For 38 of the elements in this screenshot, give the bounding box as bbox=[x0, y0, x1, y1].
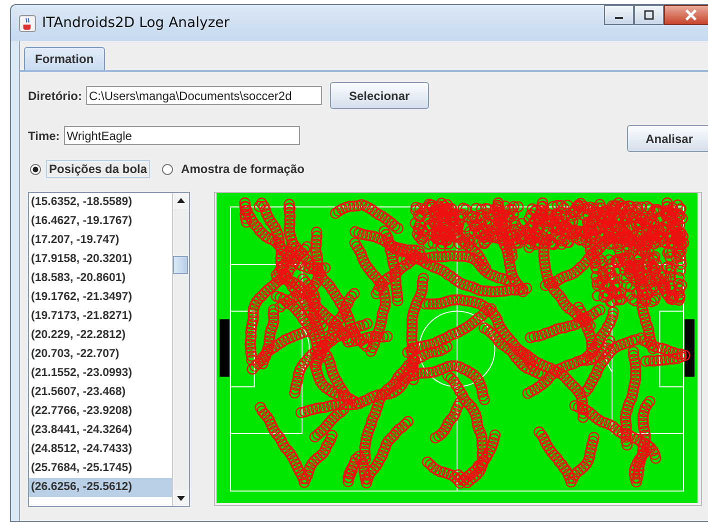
close-icon[interactable] bbox=[684, 8, 698, 22]
tab[interactable]: Formation bbox=[24, 47, 105, 70]
select-button[interactable]: Selecionar bbox=[330, 82, 429, 109]
window-title: ITAndroids2D Log Analyzer bbox=[42, 15, 230, 31]
list-item[interactable]: (17.9158, -20.3201) bbox=[29, 250, 172, 269]
maximize-icon[interactable] bbox=[643, 9, 655, 21]
list-item[interactable]: (20.229, -22.2812) bbox=[29, 326, 172, 345]
close-button[interactable] bbox=[664, 5, 708, 25]
directory-label: Diretório: bbox=[28, 88, 82, 102]
list-item[interactable]: (19.1762, -21.3497) bbox=[29, 288, 172, 307]
list-item[interactable]: (20.703, -22.707) bbox=[29, 345, 172, 364]
list-item[interactable]: (25.7684, -25.1745) bbox=[29, 459, 172, 478]
radio-button[interactable] bbox=[162, 164, 174, 174]
coffee-cup-icon bbox=[19, 14, 36, 32]
radio-label[interactable]: Amostra de formação bbox=[178, 160, 308, 178]
directory-field[interactable]: C:\Users\manga\Documents\soccer2d bbox=[86, 86, 322, 105]
list-item[interactable]: (19.7173, -21.8271) bbox=[29, 307, 172, 326]
scroll-down-icon[interactable] bbox=[173, 490, 189, 506]
list-item[interactable]: (24.8512, -24.7433) bbox=[29, 440, 172, 459]
list-item[interactable]: (16.4627, -19.1767) bbox=[29, 212, 172, 231]
radio-label[interactable]: Posições da bola bbox=[46, 160, 150, 178]
list-item[interactable]: (22.7766, -23.9208) bbox=[29, 402, 172, 421]
analyze-button[interactable]: Analisar bbox=[626, 125, 708, 152]
list-item[interactable]: (15.6352, -18.5589) bbox=[29, 193, 172, 212]
minimize-button[interactable] bbox=[604, 5, 634, 25]
scrollbar[interactable] bbox=[172, 193, 189, 506]
list-item[interactable]: (26.6256, -25.5612) bbox=[29, 478, 172, 497]
list-item[interactable]: (21.5607, -23.468) bbox=[29, 383, 172, 402]
team-label: Time: bbox=[28, 128, 60, 142]
list-item[interactable]: (23.8441, -24.3264) bbox=[29, 421, 172, 440]
scroll-thumb[interactable] bbox=[173, 256, 188, 274]
list-item[interactable]: (21.1552, -23.0993) bbox=[29, 364, 172, 383]
radio-button[interactable] bbox=[30, 164, 41, 174]
list-item[interactable]: (17.207, -19.747) bbox=[29, 231, 172, 250]
team-field[interactable]: WrightEagle bbox=[64, 126, 300, 145]
list-item[interactable]: (18.583, -20.8601) bbox=[29, 269, 172, 288]
maximize-button[interactable] bbox=[634, 5, 664, 25]
scroll-up-icon[interactable] bbox=[173, 193, 189, 209]
